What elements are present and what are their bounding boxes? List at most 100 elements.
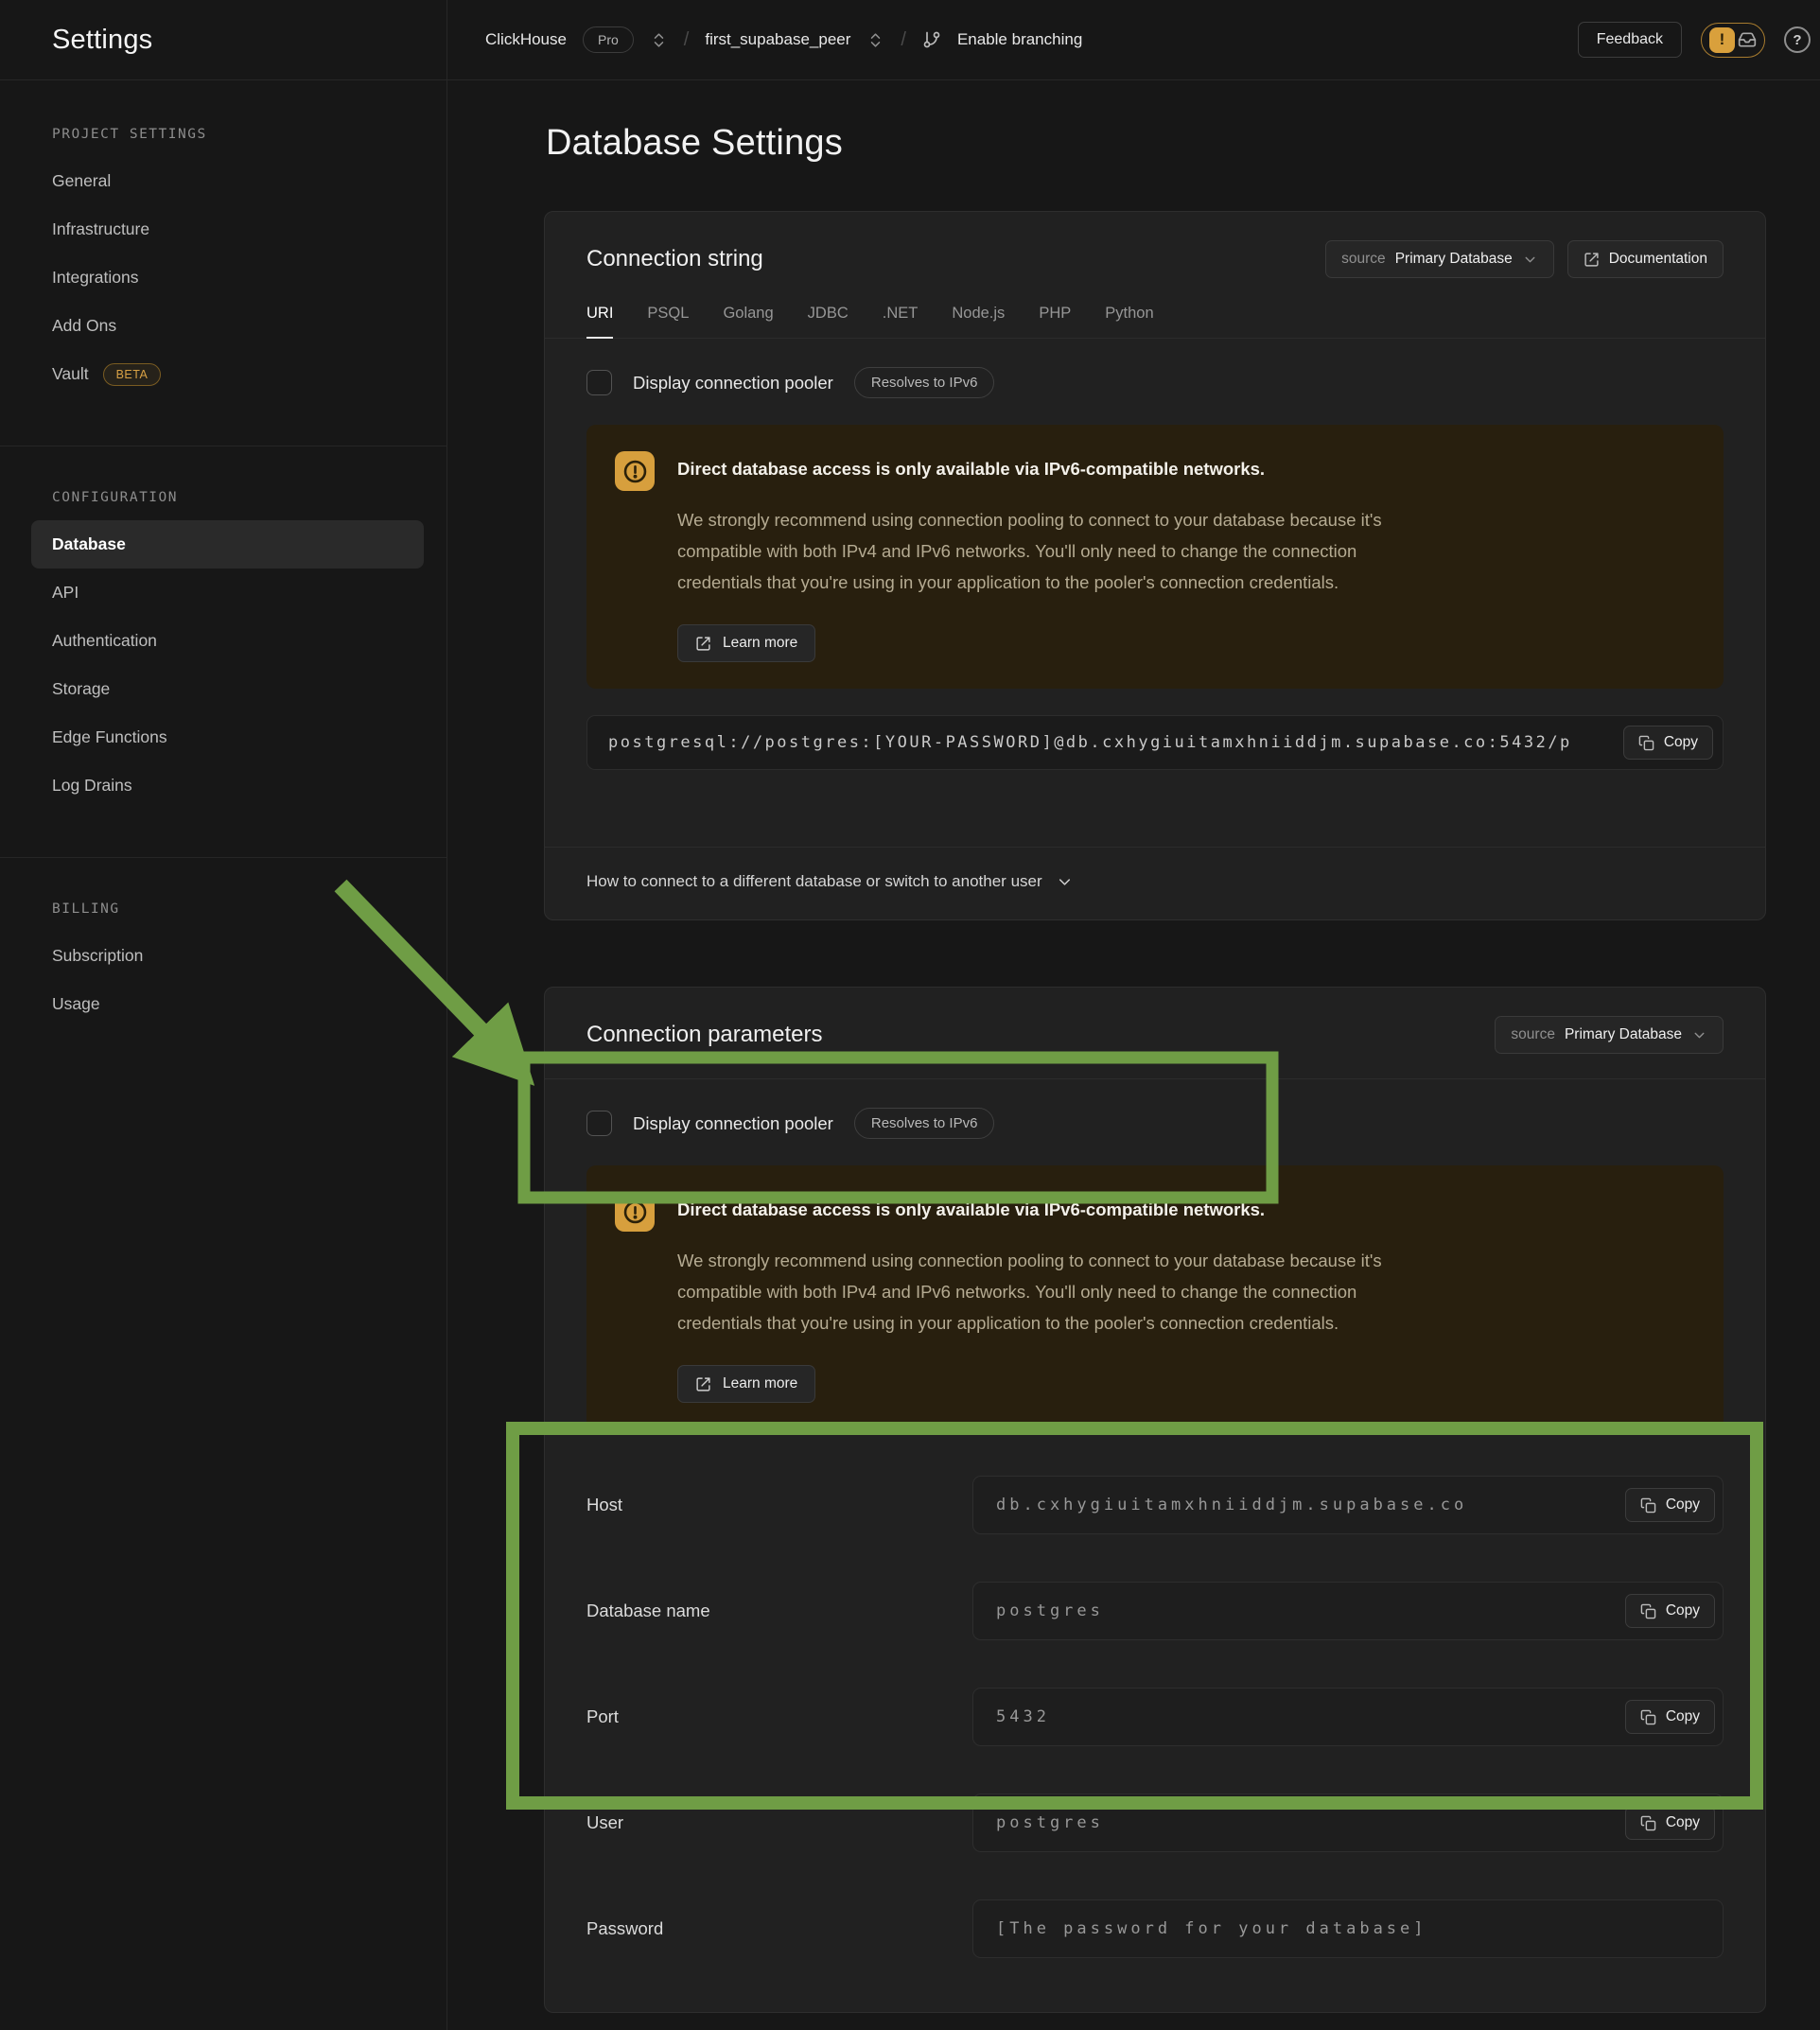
documentation-button[interactable]: Documentation [1567,240,1724,278]
display-connection-pooler-label: Display connection pooler [633,373,833,394]
sidebar-item-subscription[interactable]: Subscription [0,932,446,980]
enable-branching-button[interactable]: Enable branching [957,30,1082,49]
sidebar-item-usage[interactable]: Usage [0,980,446,1028]
sidebar-item-infrastructure[interactable]: Infrastructure [0,205,446,254]
sidebar-item-authentication[interactable]: Authentication [0,617,446,665]
learn-more-label: Learn more [723,1375,797,1392]
sidebar-item-label: General [52,171,111,191]
plan-badge: Pro [583,26,634,53]
param-value: postgres [996,1601,1625,1620]
copy-label: Copy [1666,1496,1700,1514]
alert-circle-icon [615,451,655,491]
sidebar-divider [0,857,446,858]
source-label: source [1341,251,1386,268]
param-input-port[interactable]: 5432Copy [972,1688,1724,1746]
tab-psql[interactable]: PSQL [647,305,689,338]
top-header: Settings ClickHouse Pro / first_supabase… [0,0,1820,80]
display-connection-pooler-checkbox[interactable] [586,370,612,395]
tab-python[interactable]: Python [1105,305,1153,338]
param-input-host[interactable]: db.cxhygiuitamxhniiddjm.supabase.co Copy [972,1476,1724,1534]
param-input-database-name[interactable]: postgres Copy [972,1582,1724,1640]
git-branch-icon [922,30,941,49]
sidebar-item-label: Vault [52,364,89,384]
source-select[interactable]: source Primary Database [1495,1016,1724,1054]
sidebar-item-label: Database [52,534,126,554]
main-content: Database Settings Connection string sour… [448,79,1820,2030]
param-row-password: Password[The password for your database] [586,1876,1724,1982]
header-settings-title-area: Settings [0,0,447,79]
copy-label: Copy [1666,1602,1700,1619]
chevron-down-icon [1691,1027,1707,1043]
source-select[interactable]: source Primary Database [1325,240,1554,278]
copy-label: Copy [1666,1708,1700,1725]
sidebar-item-integrations[interactable]: Integrations [0,254,446,302]
sidebar-nav: PROJECT SETTINGSGeneralInfrastructureInt… [0,127,446,1028]
ipv6-warning-callout: Direct database access is only available… [586,1165,1724,1429]
chevrons-up-down-icon[interactable] [650,31,668,49]
copy-database-name-button[interactable]: Copy [1625,1594,1715,1628]
settings-title: Settings [52,25,152,56]
sidebar-item-database[interactable]: Database [31,520,424,569]
chevron-down-icon [1056,873,1074,891]
tab-golang[interactable]: Golang [723,305,773,338]
source-value: Primary Database [1395,251,1513,268]
sidebar-item-add-ons[interactable]: Add Ons [0,302,446,350]
sidebar-item-label: Subscription [52,946,143,966]
source-label: source [1511,1026,1555,1043]
sidebar-item-general[interactable]: General [0,157,446,205]
inbox-icon [1738,30,1757,49]
sidebar-item-label: Authentication [52,631,157,651]
param-label: Port [586,1706,972,1727]
chevrons-up-down-icon[interactable] [866,31,884,49]
tab-node-js[interactable]: Node.js [952,305,1005,338]
tab-uri[interactable]: URI [586,305,613,338]
param-label: Database name [586,1601,972,1621]
warning-title: Direct database access is only available… [677,451,1265,480]
copy-uri-button[interactable]: Copy [1623,726,1713,760]
sidebar-item-vault[interactable]: Vault BETA [0,350,446,398]
help-button[interactable]: ? [1784,26,1811,53]
resolves-to-ipv6-badge: Resolves to IPv6 [854,367,995,398]
sidebar-item-edge-functions[interactable]: Edge Functions [0,713,446,761]
alert-circle-icon [615,1192,655,1232]
breadcrumb-separator: / [901,29,906,51]
sidebar-item-log-drains[interactable]: Log Drains [0,761,446,810]
param-value: [The password for your database] [996,1919,1715,1938]
notifications-button[interactable]: ! [1701,23,1765,58]
copy-user-button[interactable]: Copy [1625,1806,1715,1840]
project-name[interactable]: first_supabase_peer [705,30,850,49]
param-value: db.cxhygiuitamxhniiddjm.supabase.co [996,1496,1625,1514]
param-row-user: UserpostgresCopy [586,1770,1724,1876]
sidebar-item-api[interactable]: API [0,569,446,617]
param-row-database-name: Database name postgres Copy [586,1558,1724,1664]
sidebar-item-label: Edge Functions [52,727,167,747]
param-input-user[interactable]: postgresCopy [972,1794,1724,1852]
copy-label: Copy [1664,734,1698,751]
param-row-host: Host db.cxhygiuitamxhniiddjm.supabase.co C… [586,1452,1724,1558]
sidebar: PROJECT SETTINGSGeneralInfrastructureInt… [0,79,447,2030]
sidebar-section-label: BILLING [0,901,446,917]
resolves-to-ipv6-badge: Resolves to IPv6 [854,1108,995,1139]
copy-host-button[interactable]: Copy [1625,1488,1715,1522]
connect-help-expander[interactable]: How to connect to a different database o… [545,847,1765,919]
learn-more-button[interactable]: Learn more [677,624,815,662]
tab-net[interactable]: .NET [883,305,919,338]
org-name[interactable]: ClickHouse [485,30,567,49]
beta-badge: BETA [103,363,162,386]
sidebar-item-label: Add Ons [52,316,116,336]
external-link-icon [695,636,711,652]
feedback-button[interactable]: Feedback [1578,22,1682,58]
tab-jdbc[interactable]: JDBC [808,305,849,338]
display-connection-pooler-checkbox[interactable] [586,1111,612,1136]
param-label: User [586,1812,972,1833]
warning-body: We strongly recommend using connection p… [677,504,1695,598]
learn-more-button[interactable]: Learn more [677,1365,815,1403]
warning-title: Direct database access is only available… [677,1192,1265,1220]
copy-port-button[interactable]: Copy [1625,1700,1715,1734]
param-label: Host [586,1495,972,1515]
param-input-password[interactable]: [The password for your database] [972,1899,1724,1958]
chevron-down-icon [1522,252,1538,268]
sidebar-section-label: CONFIGURATION [0,490,446,505]
sidebar-item-storage[interactable]: Storage [0,665,446,713]
tab-php[interactable]: PHP [1039,305,1071,338]
